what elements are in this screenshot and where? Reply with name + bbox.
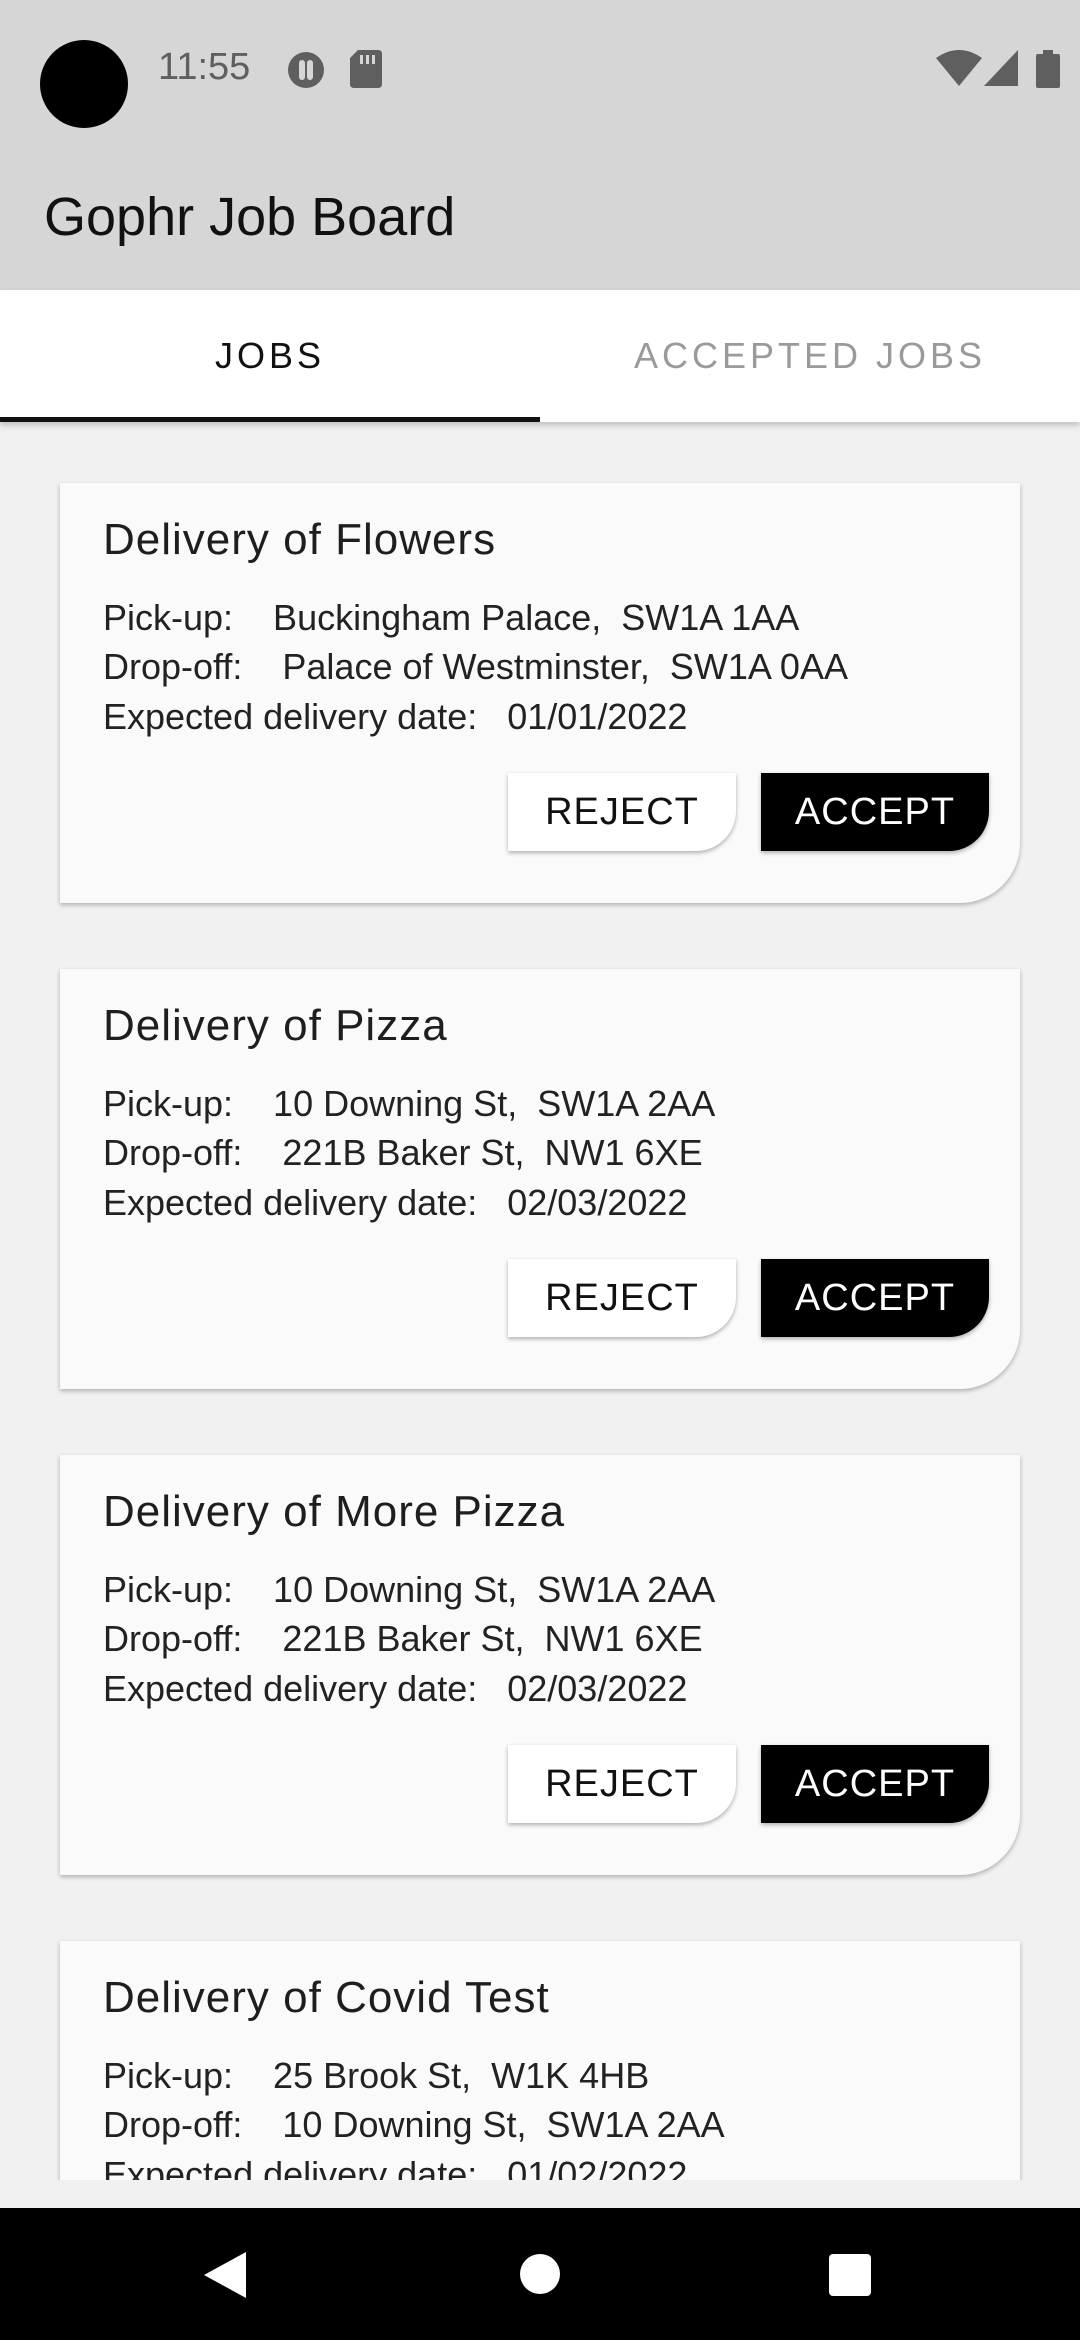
accept-button[interactable]: ACCEPT — [761, 1745, 989, 1823]
data-saver-icon — [288, 52, 324, 88]
job-pickup: Pick-up: 10 Downing St, SW1A 2AA — [103, 1083, 716, 1124]
battery-icon — [1036, 50, 1060, 88]
app-title: Gophr Job Board — [44, 187, 456, 247]
recents-icon[interactable] — [829, 2254, 871, 2296]
job-pickup: Pick-up: 25 Brook St, W1K 4HB — [103, 2055, 650, 2096]
status-time: 11:55 — [158, 46, 251, 88]
status-bar: 11:55 — [0, 0, 1080, 140]
reject-button[interactable]: REJECT — [508, 1259, 736, 1337]
job-card: Delivery of More Pizza Pick-up: 10 Downi… — [60, 1455, 1020, 1875]
app-bar: Gophr Job Board — [0, 140, 1080, 290]
sd-card-icon — [350, 50, 382, 88]
tab-accepted-jobs[interactable]: ACCEPTED JOBS — [540, 290, 1080, 422]
job-pickup: Pick-up: Buckingham Palace, SW1A 1AA — [103, 597, 800, 638]
wifi-icon — [936, 50, 982, 86]
accept-button[interactable]: ACCEPT — [761, 773, 989, 851]
cell-signal-icon — [984, 50, 1018, 86]
job-title: Delivery of Pizza — [103, 1001, 448, 1050]
job-dropoff: Drop-off: Palace of Westminster, SW1A 0A… — [103, 646, 848, 687]
reject-button[interactable]: REJECT — [508, 773, 736, 851]
job-delivery-date: Expected delivery date: 01/02/2022 — [103, 2154, 688, 2180]
home-icon[interactable] — [520, 2254, 560, 2294]
system-nav-bar — [0, 2208, 1080, 2340]
job-card: Delivery of Pizza Pick-up: 10 Downing St… — [60, 969, 1020, 1389]
job-card: Delivery of Flowers Pick-up: Buckingham … — [60, 483, 1020, 903]
job-delivery-date: Expected delivery date: 02/03/2022 — [103, 1668, 688, 1709]
job-title: Delivery of Covid Test — [103, 1973, 550, 2022]
job-dropoff: Drop-off: 221B Baker St, NW1 6XE — [103, 1618, 703, 1659]
job-title: Delivery of Flowers — [103, 515, 497, 564]
job-title: Delivery of More Pizza — [103, 1487, 566, 1536]
job-delivery-date: Expected delivery date: 02/03/2022 — [103, 1182, 688, 1223]
accept-button[interactable]: ACCEPT — [761, 1259, 989, 1337]
camera-cutout — [40, 40, 128, 128]
job-list[interactable]: Delivery of Flowers Pick-up: Buckingham … — [0, 422, 1080, 2180]
job-dropoff: Drop-off: 10 Downing St, SW1A 2AA — [103, 2104, 725, 2145]
back-icon[interactable] — [204, 2252, 246, 2298]
tab-bar: JOBS ACCEPTED JOBS — [0, 290, 1080, 422]
job-dropoff: Drop-off: 221B Baker St, NW1 6XE — [103, 1132, 703, 1173]
tab-jobs[interactable]: JOBS — [0, 290, 540, 422]
job-pickup: Pick-up: 10 Downing St, SW1A 2AA — [103, 1569, 716, 1610]
job-card: Delivery of Covid Test Pick-up: 25 Brook… — [60, 1941, 1020, 2180]
reject-button[interactable]: REJECT — [508, 1745, 736, 1823]
job-delivery-date: Expected delivery date: 01/01/2022 — [103, 696, 688, 737]
